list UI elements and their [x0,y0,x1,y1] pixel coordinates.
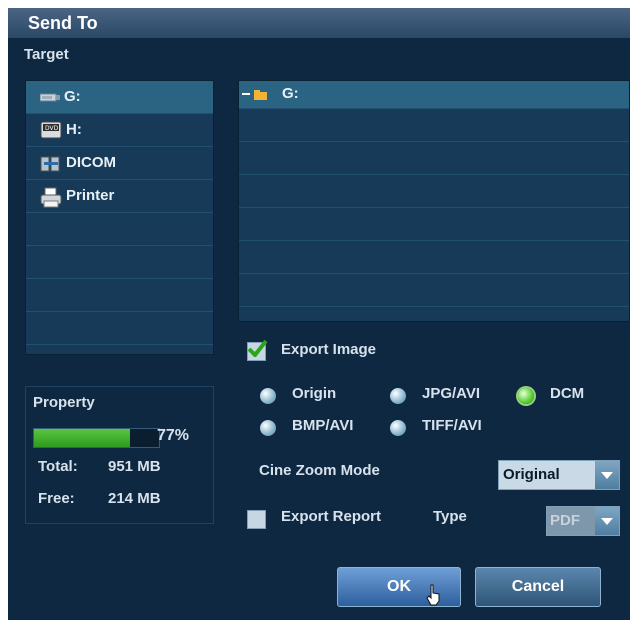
format-radio-jpg-avi[interactable] [390,388,406,404]
target-list: G: DVD H: DICOM Printer [25,80,214,355]
svg-text:DVD: DVD [45,125,59,132]
free-value: 214 MB [108,490,161,507]
total-label: Total: [38,458,78,475]
format-radio-tiff-avi[interactable] [390,420,406,436]
target-item-label: H: [66,121,82,138]
format-radio-dcm[interactable] [518,388,534,404]
free-label: Free: [38,490,75,507]
checkmark-icon [247,339,268,357]
list-item [239,241,629,274]
target-item-g[interactable]: G: [26,81,213,114]
list-item [239,274,629,307]
ok-button[interactable]: OK [337,567,461,607]
usage-bar [33,428,160,448]
cancel-button-label: Cancel [511,578,565,595]
total-value: 951 MB [108,458,161,475]
format-radio-origin[interactable] [260,388,276,404]
format-label-origin: Origin [292,385,337,402]
format-label-jpg-avi: JPG/AVI [422,385,481,402]
mouse-cursor-icon [426,584,442,611]
export-image-label: Export Image [281,341,377,358]
title-bar[interactable]: Send To [8,8,630,38]
export-report-label: Export Report [281,508,382,525]
send-to-dialog: Send To Target G: DVD H: DICOM Printer G… [8,8,630,620]
ok-button-label: OK [387,578,411,595]
cine-zoom-select[interactable]: Original [498,460,620,490]
format-radio-bmp-avi[interactable] [260,420,276,436]
cine-zoom-label: Cine Zoom Mode [259,462,380,479]
tree-node-label: G: [282,85,299,102]
cine-zoom-value: Original [503,466,560,483]
chevron-down-icon [595,461,619,489]
target-heading: Target [24,46,69,63]
property-panel: Property 77% Total: 951 MB Free: 214 MB [25,386,214,524]
folder-icon [254,88,268,106]
usage-bar-fill [34,429,131,447]
target-item-label: G: [64,88,81,105]
printer-icon [40,187,62,208]
format-label-bmp-avi: BMP/AVI [292,417,354,434]
list-item [239,208,629,241]
list-item [26,279,213,312]
report-type-label: Type [433,508,467,525]
target-item-label: Printer [66,187,115,204]
target-item-label: DICOM [66,154,116,171]
usage-percent: 77% [157,427,190,444]
cancel-button[interactable]: Cancel [475,567,601,607]
list-item [239,175,629,208]
export-image-checkbox[interactable] [247,339,268,361]
report-type-value: PDF [550,512,580,529]
collapse-icon[interactable] [242,93,250,95]
tree-node-root[interactable]: G: [239,81,629,109]
export-report-checkbox[interactable] [247,510,266,529]
property-heading: Property [33,394,95,411]
target-item-dicom[interactable]: DICOM [26,147,213,180]
target-item-h[interactable]: DVD H: [26,114,213,147]
list-item [239,142,629,175]
format-label-tiff-avi: TIFF/AVI [422,417,482,434]
format-label-dcm: DCM [550,385,585,402]
list-item [26,246,213,279]
list-item [26,312,213,345]
report-type-select[interactable]: PDF [546,506,620,536]
dialog-title: Send To [28,13,98,33]
chevron-down-icon [595,507,619,535]
list-item [26,213,213,246]
dvd-drive-icon: DVD [40,121,62,139]
target-item-printer[interactable]: Printer [26,180,213,213]
usb-drive-icon [39,88,60,106]
folder-tree: G: [238,80,630,322]
dicom-network-icon [40,154,60,172]
list-item [239,109,629,142]
